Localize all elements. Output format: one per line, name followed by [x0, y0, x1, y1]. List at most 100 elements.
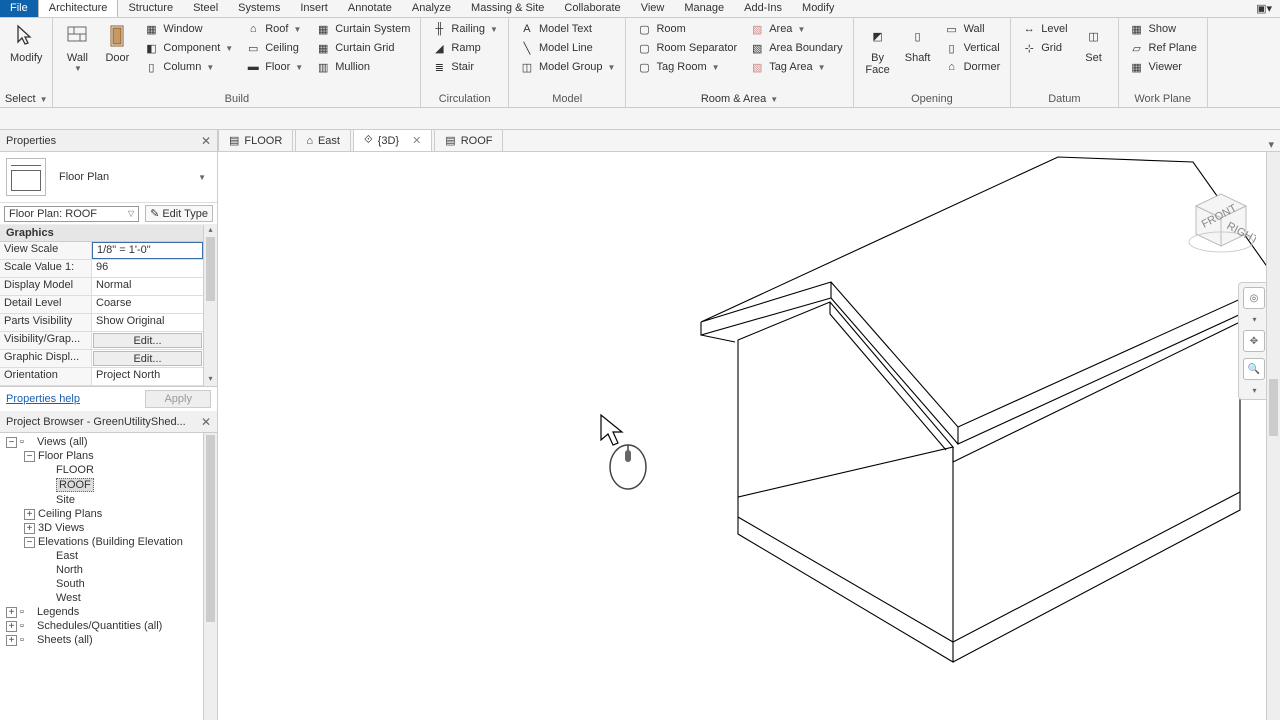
door-button[interactable]: Door — [97, 20, 137, 66]
tree-node[interactable]: West — [0, 591, 217, 605]
tree-node[interactable]: North — [0, 563, 217, 577]
menu-architecture[interactable]: Architecture — [38, 0, 119, 17]
set-button[interactable]: ◫Set — [1074, 20, 1114, 66]
menu-systems[interactable]: Systems — [228, 0, 290, 17]
chevron-down-icon[interactable]: ▾ — [1252, 315, 1256, 324]
tree-toggle-icon[interactable]: + — [24, 509, 35, 520]
tree-node[interactable]: +Ceiling Plans — [0, 507, 217, 521]
prop-value[interactable]: Project North — [92, 368, 203, 385]
tree-toggle-icon[interactable]: − — [6, 437, 17, 448]
tree-toggle-icon[interactable]: + — [6, 635, 17, 646]
menu-manage[interactable]: Manage — [674, 0, 734, 17]
edit-type-button[interactable]: ✎ Edit Type — [145, 205, 213, 222]
tree-node[interactable]: South — [0, 577, 217, 591]
shaft-button[interactable]: ▯Shaft — [898, 20, 938, 66]
tree-node[interactable]: −▫Views (all) — [0, 435, 217, 449]
menu-overflow[interactable]: ▣▾ — [1248, 0, 1280, 17]
show-button[interactable]: ▦Show — [1125, 20, 1201, 38]
prop-edit-button[interactable]: Edit... — [93, 333, 202, 348]
properties-title-bar[interactable]: Properties ✕ — [0, 130, 217, 152]
menu-file[interactable]: File — [0, 0, 38, 17]
component-button[interactable]: ◧Component▼ — [139, 39, 237, 57]
tree-node[interactable]: East — [0, 549, 217, 563]
tree-node[interactable]: +▫Legends — [0, 605, 217, 619]
viewer-button[interactable]: ▦Viewer — [1125, 58, 1201, 76]
tree-toggle-icon[interactable]: − — [24, 451, 35, 462]
tag-room-button[interactable]: ▢Tag Room▼ — [632, 58, 741, 76]
menu-insert[interactable]: Insert — [290, 0, 338, 17]
model-text-button[interactable]: AModel Text — [515, 20, 620, 38]
menu-annotate[interactable]: Annotate — [338, 0, 402, 17]
browser-scrollbar[interactable] — [203, 433, 217, 720]
menu-analyze[interactable]: Analyze — [402, 0, 461, 17]
column-button[interactable]: ▯Column▼ — [139, 58, 237, 76]
canvas[interactable]: FRONT RIGHT ◎ ▾ ✥ 🔍 ▾ — [218, 152, 1280, 720]
property-scrollbar[interactable]: ▴▾ — [203, 225, 217, 386]
prop-value[interactable]: 1/8" = 1'-0" — [92, 242, 203, 259]
properties-close-icon[interactable]: ✕ — [201, 134, 211, 148]
nav-pan-button[interactable]: ✥ — [1243, 330, 1265, 352]
type-selector[interactable]: Floor Plan ▼ — [0, 152, 217, 203]
tree-toggle-icon[interactable]: + — [6, 621, 17, 632]
nav-zoom-button[interactable]: 🔍 — [1243, 358, 1265, 380]
canvas-scrollbar[interactable] — [1266, 152, 1280, 720]
instance-filter-combo[interactable]: Floor Plan: ROOF ▽ — [4, 206, 139, 222]
chevron-down-icon[interactable]: ▾ — [1252, 386, 1256, 395]
window-button[interactable]: ▦Window — [139, 20, 237, 38]
curtain-grid-button[interactable]: ▦Curtain Grid — [311, 39, 414, 57]
prop-value[interactable]: Normal — [92, 278, 203, 295]
browser-title-bar[interactable]: Project Browser - GreenUtilityShed... ✕ — [0, 411, 217, 433]
tab-east[interactable]: ⌂East — [295, 129, 351, 151]
floor-button[interactable]: ▬Floor▼ — [241, 58, 307, 76]
room-button[interactable]: ▢Room — [632, 20, 741, 38]
tabs-overflow[interactable]: ▾ — [1262, 138, 1280, 151]
ref-plane-button[interactable]: ▱Ref Plane — [1125, 39, 1201, 57]
tree-toggle-icon[interactable]: + — [24, 523, 35, 534]
properties-help-link[interactable]: Properties help — [6, 393, 80, 405]
menu-view[interactable]: View — [631, 0, 675, 17]
ceiling-button[interactable]: ▭Ceiling — [241, 39, 307, 57]
prop-value[interactable]: Coarse — [92, 296, 203, 313]
tab-3d[interactable]: ⟐{3D}✕ — [353, 129, 432, 151]
mullion-button[interactable]: ▥Mullion — [311, 58, 414, 76]
tree-toggle-icon[interactable]: + — [6, 607, 17, 618]
curtain-system-button[interactable]: ▦Curtain System — [311, 20, 414, 38]
prop-edit-button[interactable]: Edit... — [93, 351, 202, 366]
apply-button[interactable]: Apply — [145, 390, 211, 408]
tree-node[interactable]: −Floor Plans — [0, 449, 217, 463]
tag-area-button[interactable]: ▧Tag Area▼ — [745, 58, 846, 76]
roof-button[interactable]: ⌂Roof▼ — [241, 20, 307, 38]
by-face-button[interactable]: ◩ByFace — [858, 20, 898, 78]
railing-button[interactable]: ╫Railing▼ — [427, 20, 502, 38]
modify-button[interactable]: Modify — [4, 20, 48, 66]
view-cube[interactable]: FRONT RIGHT — [1176, 176, 1256, 256]
tree-node[interactable]: +▫Sheets (all) — [0, 633, 217, 647]
tree-node[interactable]: Site — [0, 493, 217, 507]
tab-roof[interactable]: ▤ROOF — [434, 129, 503, 151]
opening-wall-button[interactable]: ▭Wall — [940, 20, 1005, 38]
menu-structure[interactable]: Structure — [118, 0, 183, 17]
area-button[interactable]: ▧Area▼ — [745, 20, 846, 38]
tab-close-icon[interactable]: ✕ — [412, 134, 421, 147]
model-group-button[interactable]: ◫Model Group▼ — [515, 58, 620, 76]
grid-button[interactable]: ⊹Grid — [1017, 39, 1071, 57]
stair-button[interactable]: ≣Stair — [427, 58, 502, 76]
vertical-button[interactable]: ▯Vertical — [940, 39, 1005, 57]
menu-steel[interactable]: Steel — [183, 0, 228, 17]
prop-value[interactable]: Show Original — [92, 314, 203, 331]
tree-toggle-icon[interactable]: − — [24, 537, 35, 548]
tab-floor[interactable]: ▤FLOOR — [218, 129, 293, 151]
area-boundary-button[interactable]: ▧Area Boundary — [745, 39, 846, 57]
menu-modify[interactable]: Modify — [792, 0, 844, 17]
prop-value[interactable]: 96 — [92, 260, 203, 277]
property-group-header[interactable]: Graphics ⯅ — [0, 225, 217, 242]
menu-addins[interactable]: Add-Ins — [734, 0, 792, 17]
dormer-button[interactable]: ⌂Dormer — [940, 58, 1005, 76]
nav-wheel-button[interactable]: ◎ — [1243, 287, 1265, 309]
menu-massing[interactable]: Massing & Site — [461, 0, 554, 17]
tree-node[interactable]: FLOOR — [0, 463, 217, 477]
level-button[interactable]: ↔Level — [1017, 20, 1071, 38]
room-separator-button[interactable]: ▢Room Separator — [632, 39, 741, 57]
browser-close-icon[interactable]: ✕ — [201, 415, 211, 429]
ramp-button[interactable]: ◢Ramp — [427, 39, 502, 57]
